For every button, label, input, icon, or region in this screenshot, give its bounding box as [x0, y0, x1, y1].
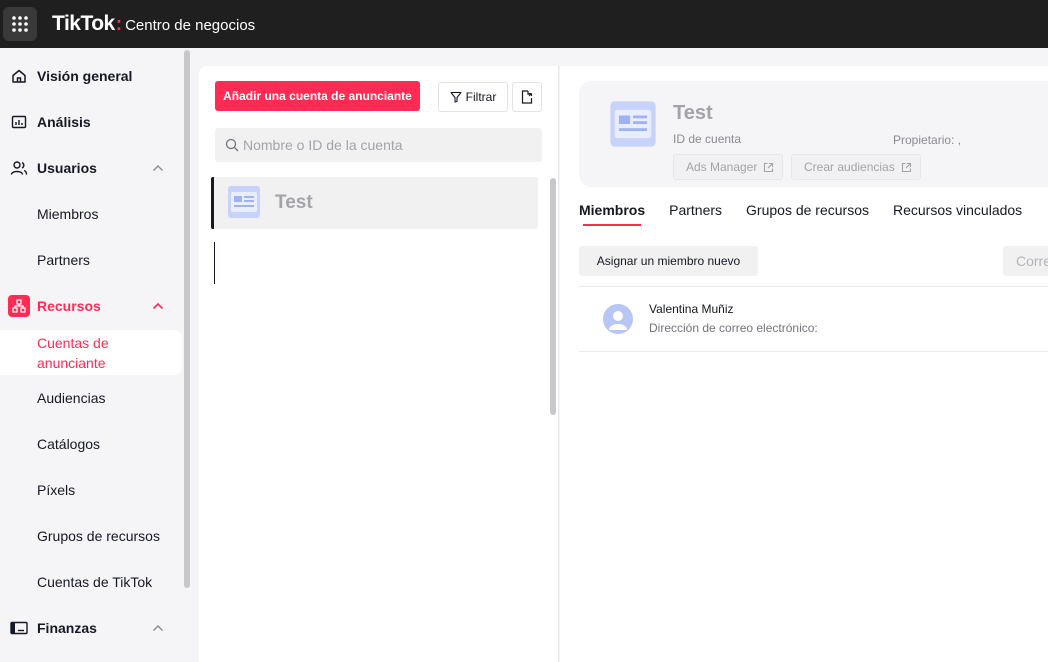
- tab-grupos-de-recursos[interactable]: Grupos de recursos: [746, 202, 869, 228]
- sidebar-item-label: Catálogos: [37, 436, 101, 452]
- detail-tabs: Miembros Partners Grupos de recursos Rec…: [579, 202, 1046, 228]
- finance-icon: [10, 619, 28, 637]
- avatar: [603, 304, 633, 334]
- list-scrollbar[interactable]: [550, 178, 556, 415]
- sidebar-item-audiencias[interactable]: Audiencias: [0, 380, 182, 416]
- account-name: Test: [275, 192, 313, 213]
- sidebar-item-label: Audiencias: [37, 390, 106, 406]
- account-header-card: Test ID de cuenta Propietario: , Ads Man…: [579, 81, 1048, 187]
- right-action-button[interactable]: Corre: [1003, 246, 1048, 276]
- tab-partners[interactable]: Partners: [669, 202, 722, 228]
- account-card-icon: [609, 100, 657, 153]
- member-name: Valentina Muñiz: [649, 302, 734, 316]
- top-bar: TikTok : Centro de negocios: [0, 0, 1048, 48]
- account-id-label: ID de cuenta: [673, 132, 742, 146]
- chevron-up-icon[interactable]: [152, 624, 164, 632]
- sidebar-item-analisis[interactable]: Análisis: [0, 104, 182, 140]
- user-icon: [609, 311, 627, 330]
- tab-miembros[interactable]: Miembros: [579, 202, 645, 228]
- sidebar-item-usuarios[interactable]: Usuarios: [0, 150, 182, 186]
- divider: [579, 351, 1048, 352]
- sidebar-item-vision-general[interactable]: Visión general: [0, 58, 182, 94]
- sidebar-item-label: Cuentas de TikTok: [37, 574, 153, 590]
- sidebar: Visión general Análisis Usuarios Miembro…: [0, 48, 192, 662]
- grid-icon: [12, 16, 28, 32]
- sidebar-item-pixels[interactable]: Píxels: [0, 472, 182, 508]
- sidebar-item-label: Miembros: [37, 206, 99, 222]
- member-email-label: Dirección de correo electrónico:: [649, 321, 818, 335]
- brand-name: TikTok: [52, 12, 115, 35]
- ads-manager-label: Ads Manager: [686, 160, 758, 174]
- external-link-icon: [764, 162, 774, 172]
- create-audiences-link[interactable]: Crear audiencias: [791, 154, 921, 180]
- export-icon: [521, 90, 533, 104]
- sidebar-item-label: Recursos: [37, 298, 101, 314]
- export-button[interactable]: [512, 82, 542, 112]
- sidebar-item-cuentas-de-anunciante[interactable]: Cuentas de anunciante: [0, 330, 182, 375]
- sidebar-item-label: Grupos de recursos: [37, 528, 160, 544]
- home-icon: [10, 67, 28, 85]
- account-list-panel: Añadir una cuenta de anunciante Filtrar …: [199, 66, 559, 662]
- chevron-up-icon[interactable]: [152, 164, 164, 172]
- logo[interactable]: TikTok : Centro de negocios: [52, 12, 255, 36]
- tab-recursos-vinculados[interactable]: Recursos vinculados: [893, 202, 1022, 228]
- filter-button[interactable]: Filtrar: [438, 82, 508, 112]
- app-launcher-button[interactable]: [3, 7, 37, 41]
- chart-icon: [10, 113, 28, 131]
- account-title: Test: [673, 102, 713, 124]
- sidebar-item-partners[interactable]: Partners: [0, 242, 182, 278]
- filter-icon: [450, 91, 462, 103]
- account-card-icon: [227, 185, 261, 224]
- sidebar-item-label: Partners: [37, 252, 90, 268]
- sidebar-item-label: Píxels: [37, 482, 76, 498]
- sidebar-item-label: Finanzas: [37, 620, 97, 636]
- users-icon: [10, 159, 28, 177]
- assign-member-button[interactable]: Asignar un miembro nuevo: [579, 246, 758, 276]
- list-item[interactable]: Test: [211, 177, 538, 229]
- sidebar-scrollbar[interactable]: [184, 50, 190, 588]
- chevron-up-icon[interactable]: [152, 302, 164, 310]
- resources-icon: [8, 295, 30, 317]
- filter-label: Filtrar: [465, 90, 497, 104]
- sidebar-item-label: Usuarios: [37, 160, 97, 176]
- search-input[interactable]: [243, 137, 533, 153]
- sidebar-item-miembros[interactable]: Miembros: [0, 196, 182, 232]
- sidebar-item-recursos[interactable]: Recursos: [0, 288, 182, 324]
- owner-label: Propietario: ,: [893, 133, 962, 147]
- app-subtitle: Centro de negocios: [125, 17, 256, 34]
- add-advertiser-account-button[interactable]: Añadir una cuenta de anunciante: [215, 81, 420, 111]
- sidebar-item-label: Análisis: [37, 114, 91, 130]
- sidebar-item-label: Cuentas de anunciante: [37, 334, 109, 371]
- external-link-icon: [901, 162, 911, 172]
- text-cursor: [214, 242, 215, 284]
- sidebar-item-cuentas-de-tiktok[interactable]: Cuentas de TikTok: [0, 564, 182, 600]
- table-row[interactable]: Valentina Muñiz Dirección de correo elec…: [579, 287, 1048, 351]
- sidebar-item-grupos-de-recursos[interactable]: Grupos de recursos: [0, 518, 182, 554]
- search-icon: [225, 138, 239, 152]
- ads-manager-link[interactable]: Ads Manager: [673, 154, 784, 180]
- create-audiences-label: Crear audiencias: [804, 160, 895, 174]
- sidebar-item-finanzas[interactable]: Finanzas: [0, 610, 182, 646]
- account-detail-panel: Test ID de cuenta Propietario: , Ads Man…: [560, 66, 1048, 662]
- account-search[interactable]: [215, 128, 542, 162]
- brand-colon: :: [115, 14, 123, 35]
- sidebar-item-catalogos[interactable]: Catálogos: [0, 426, 182, 462]
- sidebar-item-label: Visión general: [37, 68, 133, 84]
